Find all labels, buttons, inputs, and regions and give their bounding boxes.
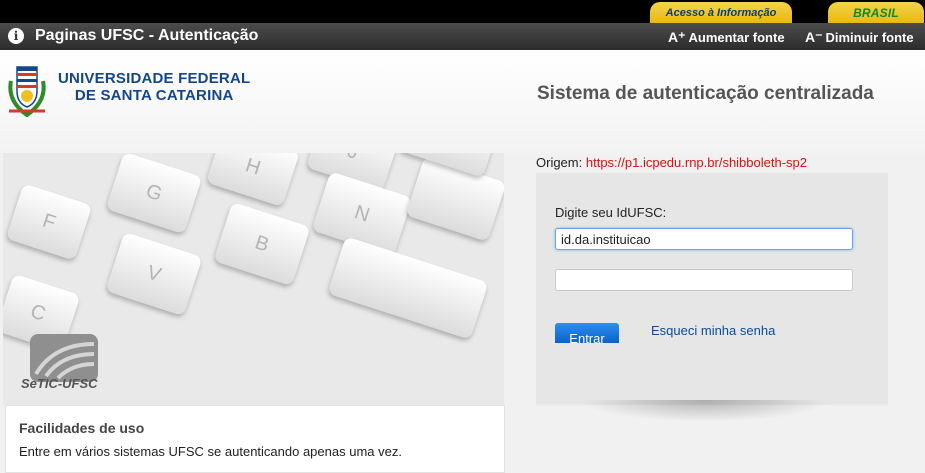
- origin-url: https://p1.icpedu.rnp.br/shibboleth-sp2: [585, 155, 807, 170]
- font-decrease-icon: A⁻: [805, 29, 823, 45]
- info-icon: i: [8, 28, 24, 44]
- system-title: Sistema de autenticação centralizada: [537, 83, 874, 104]
- keyboard-key: H: [205, 153, 301, 207]
- keyboard-key: B: [213, 201, 311, 287]
- keyboard-key: G: [105, 153, 203, 235]
- facilities-title: Facilidades de uso: [19, 420, 145, 436]
- key-label: B: [252, 231, 272, 257]
- facilities-panel: Facilidades de uso Entre em vários siste…: [5, 405, 505, 473]
- key-label: J: [345, 153, 361, 164]
- key-label: V: [144, 261, 164, 287]
- font-increase-icon: A⁺: [668, 29, 686, 45]
- facilities-description: Entre em vários sistemas UFSC se autenti…: [19, 444, 402, 459]
- keyboard-key: F: [5, 183, 93, 261]
- setic-brand-text: SeTIC-UFSC: [21, 376, 98, 391]
- key-label: G: [143, 179, 165, 206]
- key-label: F: [39, 209, 59, 234]
- keyboard-key: [327, 236, 489, 340]
- government-bar: Acesso à Informação BRASIL: [0, 0, 925, 23]
- decrease-font-label: Diminuir fonte: [825, 30, 914, 45]
- key-label: H: [242, 153, 264, 180]
- idufsc-input[interactable]: [555, 228, 853, 250]
- university-name: UNIVERSIDADE FEDERAL DE SANTA CATARINA: [58, 70, 250, 104]
- keyboard-key: [405, 156, 504, 242]
- forgot-password-link[interactable]: Esqueci minha senha: [651, 323, 775, 338]
- password-input[interactable]: [555, 269, 853, 291]
- origin-label: Origem:: [536, 155, 583, 170]
- idufsc-label: Digite seu IdUFSC:: [555, 205, 667, 220]
- title-bar: i Paginas UFSC - Autenticação A⁺ Aumentar…: [0, 23, 925, 50]
- university-name-line1: UNIVERSIDADE FEDERAL: [58, 70, 251, 87]
- decrease-font-button[interactable]: A⁻ Diminuir fonte: [805, 29, 914, 46]
- keyboard-key: V: [105, 231, 203, 317]
- origin-row: Origem: https://p1.icpedu.rnp.br/shibbol…: [536, 155, 807, 170]
- increase-font-label: Aumentar fonte: [688, 30, 785, 45]
- access-to-information-link[interactable]: Acesso à Informação: [650, 2, 792, 23]
- university-name-line2: DE SANTA CATARINA: [74, 87, 234, 104]
- submit-button[interactable]: Entrar: [555, 323, 619, 343]
- key-label: N: [351, 200, 373, 227]
- brasil-link[interactable]: BRASIL: [828, 2, 924, 23]
- university-crest-icon: [8, 66, 46, 117]
- increase-font-button[interactable]: A⁺ Aumentar fonte: [668, 29, 785, 46]
- login-panel-shadow: [580, 400, 830, 422]
- page-title: Paginas UFSC - Autenticação: [35, 27, 259, 44]
